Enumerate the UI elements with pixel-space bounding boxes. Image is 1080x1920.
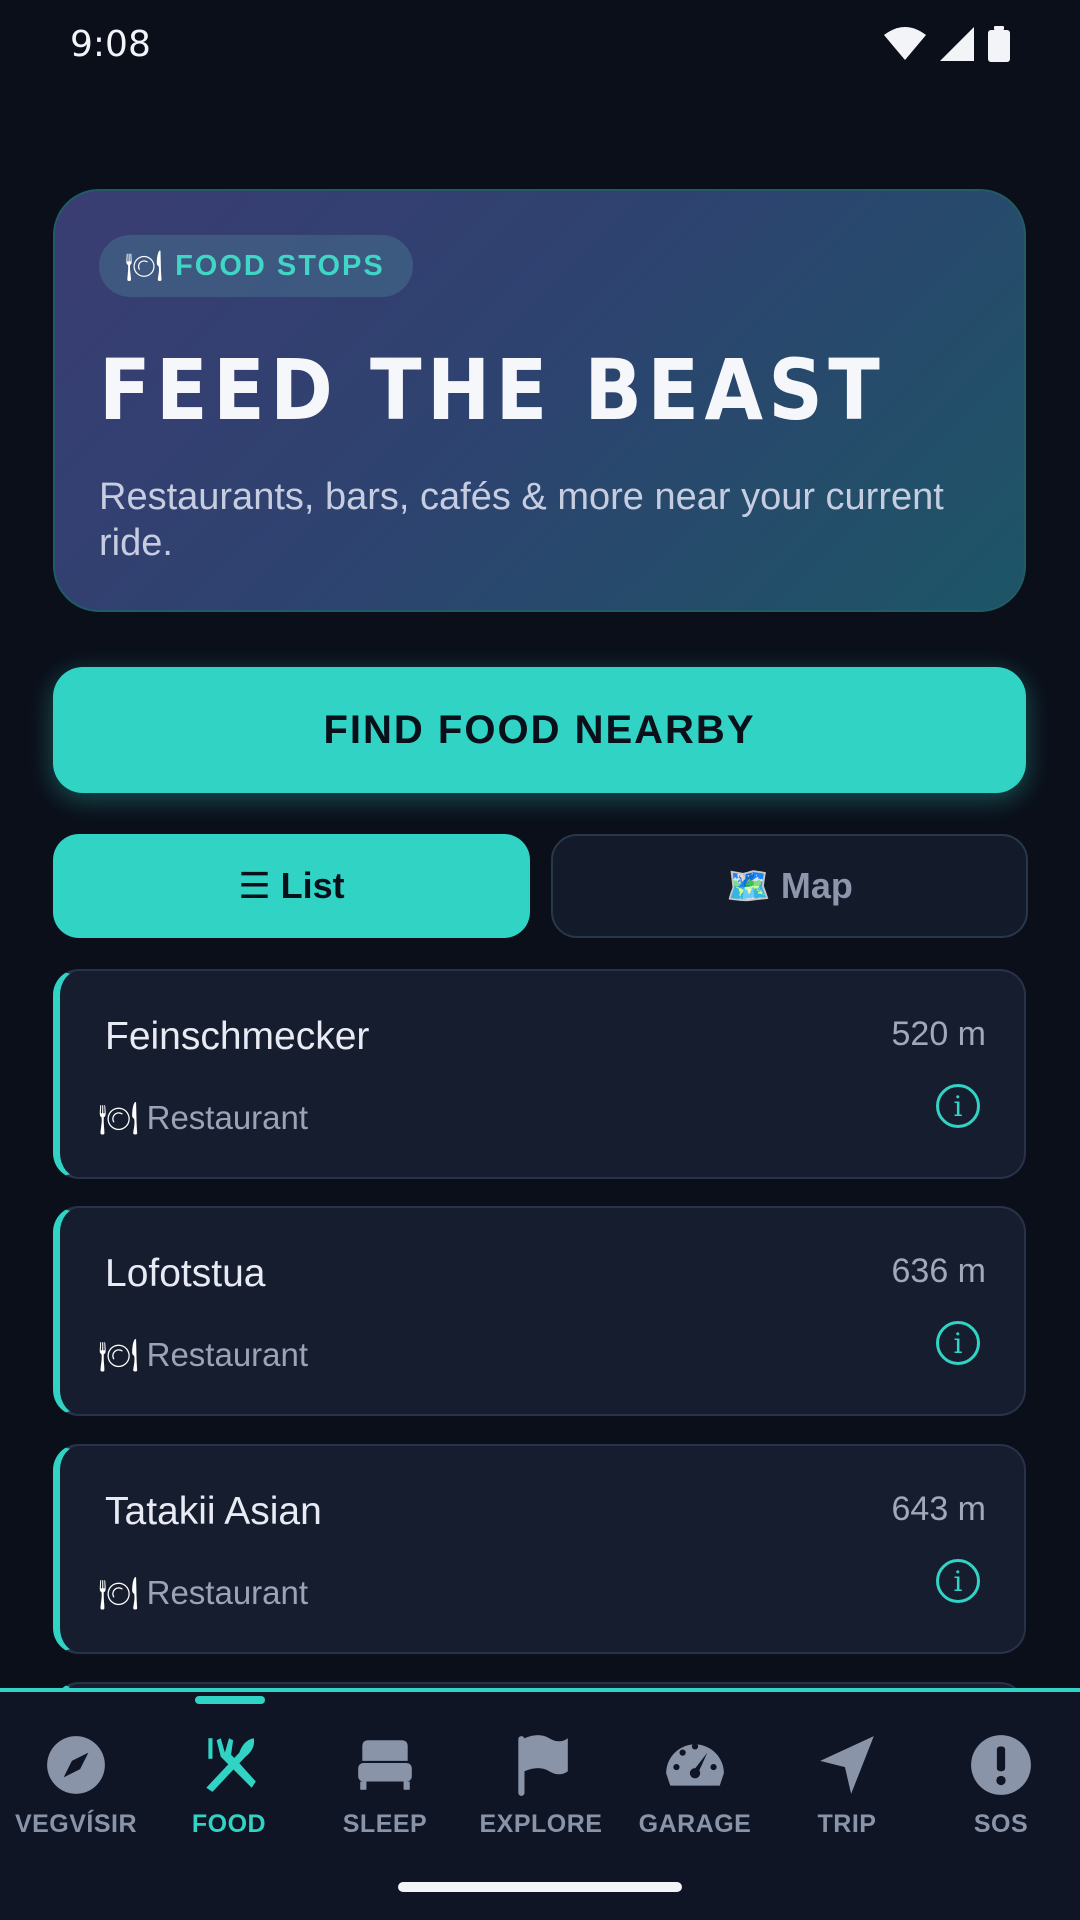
- wifi-icon: [884, 27, 926, 60]
- info-icon[interactable]: i: [936, 1559, 980, 1603]
- place-card[interactable]: Tatakii Asian 🍽 Restaurant 643 m i: [53, 1444, 1026, 1654]
- nav-label: GARAGE: [638, 1810, 752, 1838]
- nav-item-trip[interactable]: TRIP: [772, 1732, 922, 1839]
- nav-label: SLEEP: [342, 1810, 428, 1838]
- place-distance: 636 m: [891, 1252, 987, 1290]
- place-type-label: Restaurant: [146, 1336, 309, 1373]
- nav-label: FOOD: [191, 1810, 267, 1838]
- fork-knife-icon: [206, 1738, 256, 1792]
- nav-item-garage[interactable]: GARAGE: [620, 1732, 770, 1839]
- status-icons: [884, 26, 1010, 62]
- place-type-label: Restaurant: [146, 1099, 309, 1136]
- nav-label: TRIP: [817, 1810, 877, 1838]
- place-name: Lofotstua: [105, 1252, 266, 1295]
- nav-label: VEGVÍSIR: [14, 1810, 138, 1838]
- flag-icon: [518, 1735, 568, 1796]
- place-type: 🍽 Restaurant: [98, 1574, 308, 1612]
- hero-card: 🍽 FOOD STOPS FEED THE BEAST Restaurants,…: [53, 189, 1026, 612]
- info-icon[interactable]: i: [936, 1084, 980, 1128]
- place-type: 🍽 Restaurant: [98, 1099, 308, 1137]
- place-type: 🍽 Restaurant: [98, 1336, 308, 1374]
- place-name: Tatakii Asian: [105, 1490, 322, 1533]
- badge-label: FOOD STOPS: [175, 249, 385, 282]
- place-card[interactable]: Feinschmecker 🍽 Restaurant 520 m i: [53, 969, 1026, 1179]
- cellular-signal-icon: [940, 27, 974, 61]
- compass-icon: [47, 1736, 105, 1794]
- map-view-toggle[interactable]: 🗺️ Map: [551, 834, 1028, 938]
- info-icon[interactable]: i: [936, 1321, 980, 1365]
- place-type-label: Restaurant: [146, 1574, 309, 1611]
- home-gesture-handle[interactable]: [398, 1882, 682, 1892]
- plate-icon: 🍽: [98, 1100, 139, 1136]
- navigation-arrow-icon: [820, 1736, 874, 1794]
- nav-item-sos[interactable]: SOS: [926, 1732, 1076, 1839]
- nav-label: EXPLORE: [479, 1810, 603, 1838]
- active-tab-indicator: [195, 1696, 265, 1704]
- nav-label: SOS: [973, 1810, 1029, 1838]
- nav-item-food[interactable]: FOOD: [154, 1732, 304, 1839]
- list-view-toggle[interactable]: ☰ List: [53, 834, 530, 938]
- food-stops-badge: 🍽 FOOD STOPS: [99, 235, 413, 297]
- plate-icon: 🍽: [98, 1337, 139, 1373]
- status-time: 9:08: [70, 24, 151, 65]
- place-card[interactable]: Lofotstua 🍽 Restaurant 636 m i: [53, 1206, 1026, 1416]
- bed-icon: [358, 1740, 412, 1790]
- place-distance: 520 m: [891, 1015, 987, 1053]
- alert-icon: [971, 1735, 1031, 1795]
- status-bar: 9:08: [0, 0, 1080, 90]
- page-title: FEED THE BEAST: [99, 341, 886, 439]
- battery-icon: [988, 26, 1010, 62]
- fork-knife-plate-icon: 🍽: [125, 249, 164, 283]
- plate-icon: 🍽: [98, 1575, 139, 1611]
- place-name: Feinschmecker: [105, 1015, 370, 1058]
- page-subtitle: Restaurants, bars, cafés & more near you…: [99, 476, 944, 564]
- place-distance: 643 m: [891, 1490, 987, 1528]
- speedometer-icon: [666, 1743, 724, 1786]
- nav-item-sleep[interactable]: SLEEP: [310, 1732, 460, 1839]
- nav-item-vegvisir[interactable]: VEGVÍSIR: [1, 1732, 151, 1839]
- find-food-nearby-button[interactable]: FIND FOOD NEARBY: [53, 667, 1026, 793]
- nav-item-explore[interactable]: EXPLORE: [466, 1732, 616, 1839]
